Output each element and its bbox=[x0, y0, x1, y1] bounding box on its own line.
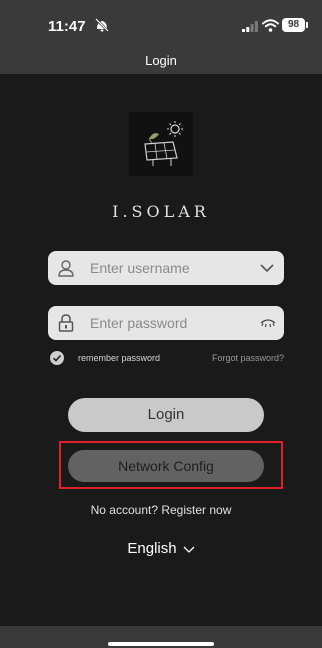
remember-password-label[interactable]: remember password bbox=[78, 353, 160, 363]
battery-icon: 98 bbox=[282, 18, 308, 32]
register-link[interactable]: No account? Register now bbox=[0, 503, 322, 517]
status-time: 11:47 bbox=[48, 18, 86, 35]
eye-icon[interactable] bbox=[260, 318, 276, 328]
solar-panel-logo bbox=[144, 121, 183, 166]
chevron-down-icon[interactable] bbox=[260, 262, 274, 274]
nav-bar: Login bbox=[0, 48, 322, 74]
network-config-button[interactable]: Network Config bbox=[68, 450, 264, 482]
app-logo bbox=[129, 112, 193, 176]
password-field[interactable] bbox=[48, 306, 284, 340]
login-button[interactable]: Login bbox=[68, 398, 264, 432]
status-bar: 11:47 98 bbox=[0, 0, 322, 48]
chevron-down-icon bbox=[183, 546, 195, 553]
brand-name: I.SOLAR bbox=[112, 202, 210, 221]
login-screen: I.SOLAR Enter username remember password… bbox=[0, 74, 322, 626]
user-icon bbox=[58, 260, 74, 277]
forgot-password-link[interactable]: Forgot password? bbox=[212, 353, 284, 363]
language-label: English bbox=[127, 540, 177, 557]
check-icon bbox=[52, 354, 62, 362]
remember-password-checkbox[interactable] bbox=[50, 351, 64, 365]
wifi-icon bbox=[262, 19, 279, 32]
lock-icon bbox=[58, 314, 74, 332]
home-indicator[interactable] bbox=[108, 642, 214, 646]
username-field[interactable] bbox=[48, 251, 284, 285]
home-indicator-area bbox=[0, 626, 322, 648]
page-title: Login bbox=[145, 53, 177, 68]
language-selector[interactable]: English bbox=[0, 540, 322, 557]
username-input[interactable] bbox=[90, 251, 250, 285]
signal-icon bbox=[242, 21, 258, 32]
silent-mode-icon bbox=[95, 18, 109, 32]
password-input[interactable] bbox=[90, 306, 250, 340]
